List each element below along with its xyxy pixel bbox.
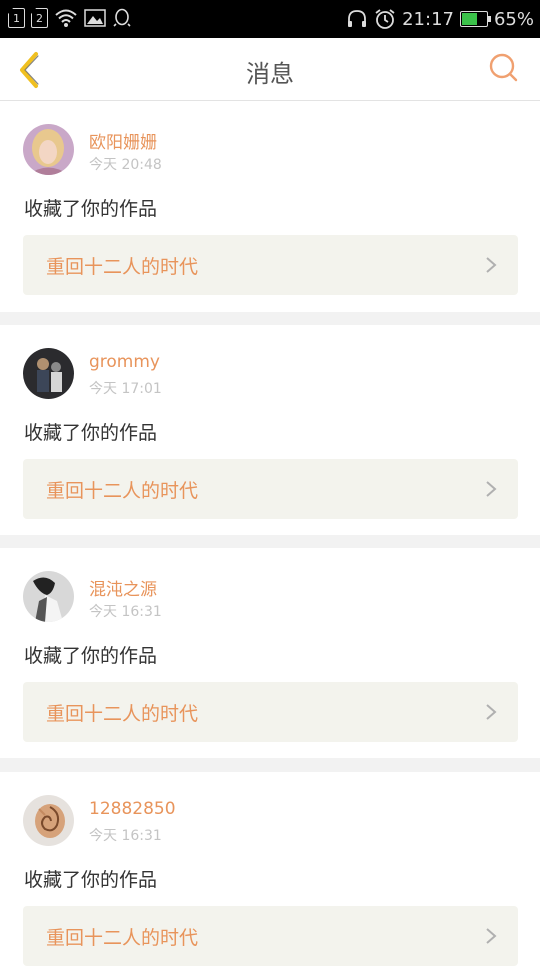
timestamp: 今天 17:01: [89, 381, 162, 397]
work-link[interactable]: 重回十二人的时代: [23, 235, 518, 295]
work-link[interactable]: 重回十二人的时代: [23, 906, 518, 966]
nav-bar: 消息: [0, 38, 540, 101]
action-text: 收藏了你的作品: [24, 645, 158, 667]
status-icons-right: 21:17 65%: [346, 8, 534, 30]
wifi-icon: [55, 9, 77, 27]
chevron-right-icon: [486, 928, 497, 944]
list-item: 混沌之源 今天 16:31 收藏了你的作品 重回十二人的时代: [0, 548, 540, 758]
clock: 21:17: [402, 8, 454, 30]
chevron-right-icon: [486, 481, 497, 497]
action-text: 收藏了你的作品: [24, 869, 158, 891]
username[interactable]: grommy: [89, 352, 160, 372]
qq-icon: [113, 8, 131, 27]
action-text: 收藏了你的作品: [24, 422, 158, 444]
image-icon: [84, 9, 106, 27]
avatar[interactable]: [23, 348, 74, 399]
work-title: 重回十二人的时代: [46, 927, 199, 949]
avatar[interactable]: [23, 124, 74, 175]
page-title: 消息: [246, 60, 294, 88]
battery-percent: 65%: [493, 8, 534, 30]
list-item: 欧阳姗姗 今天 20:48 收藏了你的作品 重回十二人的时代: [0, 101, 540, 312]
headset-icon: [348, 10, 367, 27]
avatar[interactable]: [23, 571, 74, 622]
timestamp: 今天 16:31: [89, 828, 162, 844]
chevron-right-icon: [486, 257, 497, 273]
work-title: 重回十二人的时代: [46, 703, 199, 725]
battery-fill: [461, 13, 477, 25]
list-item: grommy 今天 17:01 收藏了你的作品 重回十二人的时代: [0, 325, 540, 535]
username[interactable]: 混沌之源: [89, 575, 157, 600]
timestamp: 今天 16:31: [89, 604, 162, 620]
status-icons-left: 1 2: [8, 8, 132, 28]
battery-icon: [459, 11, 491, 27]
chevron-right-icon: [486, 704, 497, 720]
username[interactable]: 欧阳姗姗: [89, 128, 157, 153]
sim2-icon: 2: [31, 8, 48, 28]
search-icon[interactable]: [488, 52, 520, 84]
alarm-icon: [375, 9, 395, 29]
work-link[interactable]: 重回十二人的时代: [23, 459, 518, 519]
timestamp: 今天 20:48: [89, 157, 162, 173]
work-title: 重回十二人的时代: [46, 256, 199, 278]
work-link[interactable]: 重回十二人的时代: [23, 682, 518, 742]
list-item: 12882850 今天 16:31 收藏了你的作品 重回十二人的时代: [0, 772, 540, 972]
avatar[interactable]: [23, 795, 74, 846]
action-text: 收藏了你的作品: [24, 198, 158, 220]
sim1-icon: 1: [8, 8, 25, 28]
status-bar: 1 2 21:17 65%: [0, 0, 540, 38]
work-title: 重回十二人的时代: [46, 480, 199, 502]
username[interactable]: 12882850: [89, 799, 176, 819]
